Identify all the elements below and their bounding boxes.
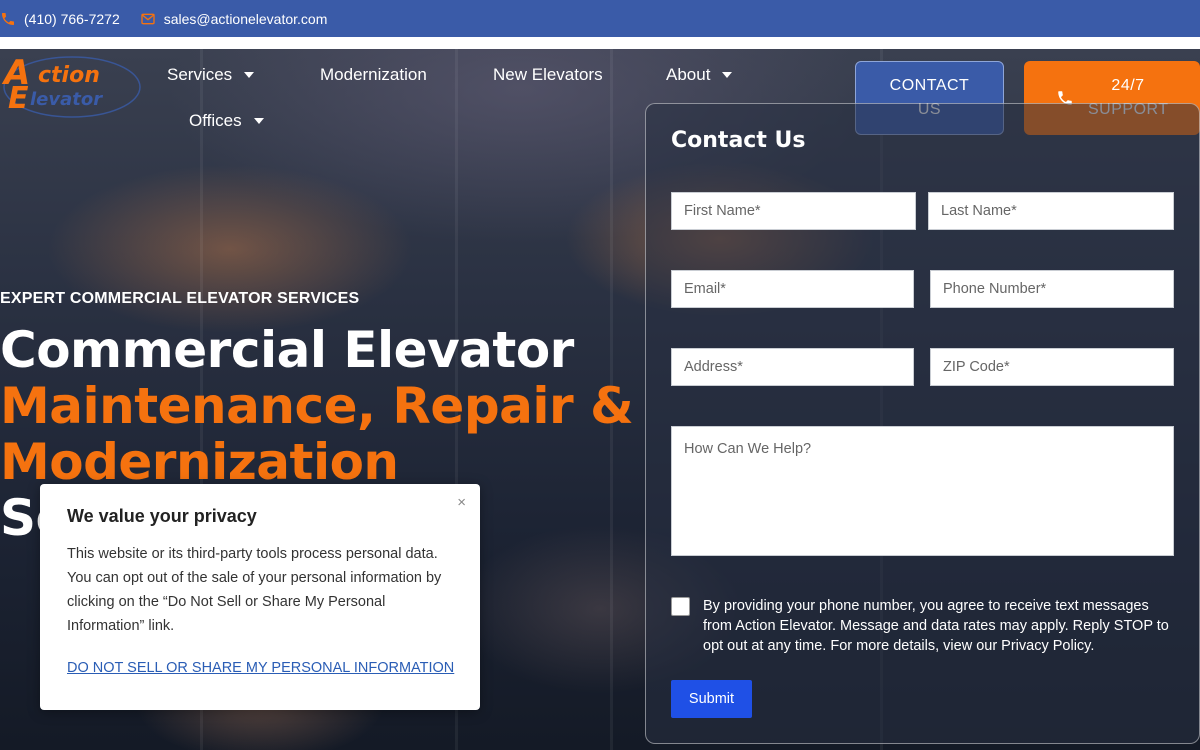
envelope-icon <box>140 11 156 27</box>
nav-offices[interactable]: Offices <box>189 111 264 131</box>
nav-modernization[interactable]: Modernization <box>320 65 427 85</box>
headline-line-1: Commercial Elevator <box>0 321 574 379</box>
header-divider <box>0 37 1200 49</box>
message-textarea[interactable]: How Can We Help? <box>671 426 1174 556</box>
zip-code-field[interactable]: ZIP Code* <box>930 348 1174 386</box>
message-placeholder: How Can We Help? <box>684 441 812 457</box>
address-placeholder: Address* <box>684 359 743 375</box>
email-field[interactable]: Email* <box>671 270 914 308</box>
email-link[interactable]: sales@actionelevator.com <box>140 10 328 27</box>
headline-line-3: Modernization <box>0 433 399 491</box>
nav-about-label: About <box>666 65 711 84</box>
last-name-field[interactable]: Last Name* <box>928 192 1174 230</box>
phone-link[interactable]: (410) 766-7272 <box>0 11 120 27</box>
hero-eyebrow: EXPERT COMMERCIAL ELEVATOR SERVICES <box>0 290 360 307</box>
nav-services-label: Services <box>167 65 233 84</box>
chevron-down-icon <box>722 72 733 78</box>
email-address: sales@actionelevator.com <box>163 10 328 27</box>
phone-field[interactable]: Phone Number* <box>930 270 1174 308</box>
chevron-down-icon <box>244 72 255 78</box>
privacy-consent-dialog: × We value your privacy This website or … <box>40 484 480 710</box>
privacy-body: This website or its third-party tools pr… <box>67 546 442 634</box>
email-placeholder: Email* <box>684 281 726 297</box>
sms-consent-text: By providing your phone number, you agre… <box>703 598 1169 654</box>
first-name-placeholder: First Name* <box>684 203 761 219</box>
nav-offices-label: Offices <box>189 111 242 130</box>
nav-modernization-label: Modernization <box>320 65 427 84</box>
phone-number: (410) 766-7272 <box>24 10 120 27</box>
last-name-placeholder: Last Name* <box>941 203 1017 219</box>
phone-icon <box>0 11 16 27</box>
submit-button[interactable]: Submit <box>671 680 752 718</box>
form-title: Contact Us <box>671 128 806 153</box>
address-field[interactable]: Address* <box>671 348 914 386</box>
nav-new-elevators-label: New Elevators <box>493 65 603 84</box>
headline-line-2: Maintenance, Repair & <box>0 377 634 435</box>
nav-new-elevators[interactable]: New Elevators <box>493 65 603 85</box>
chevron-down-icon <box>253 118 264 124</box>
sms-consent-checkbox[interactable] <box>671 597 690 616</box>
nav-services[interactable]: Services <box>167 65 255 85</box>
close-icon[interactable]: × <box>457 494 466 511</box>
phone-placeholder: Phone Number* <box>943 281 1047 297</box>
do-not-sell-link[interactable]: DO NOT SELL OR SHARE MY PERSONAL INFORMA… <box>67 660 454 676</box>
first-name-field[interactable]: First Name* <box>671 192 916 230</box>
privacy-title: We value your privacy <box>67 506 257 526</box>
zip-code-placeholder: ZIP Code* <box>943 359 1010 375</box>
top-contact-bar: (410) 766-7272 sales@actionelevator.com <box>0 0 1200 37</box>
nav-about[interactable]: About <box>666 65 733 85</box>
